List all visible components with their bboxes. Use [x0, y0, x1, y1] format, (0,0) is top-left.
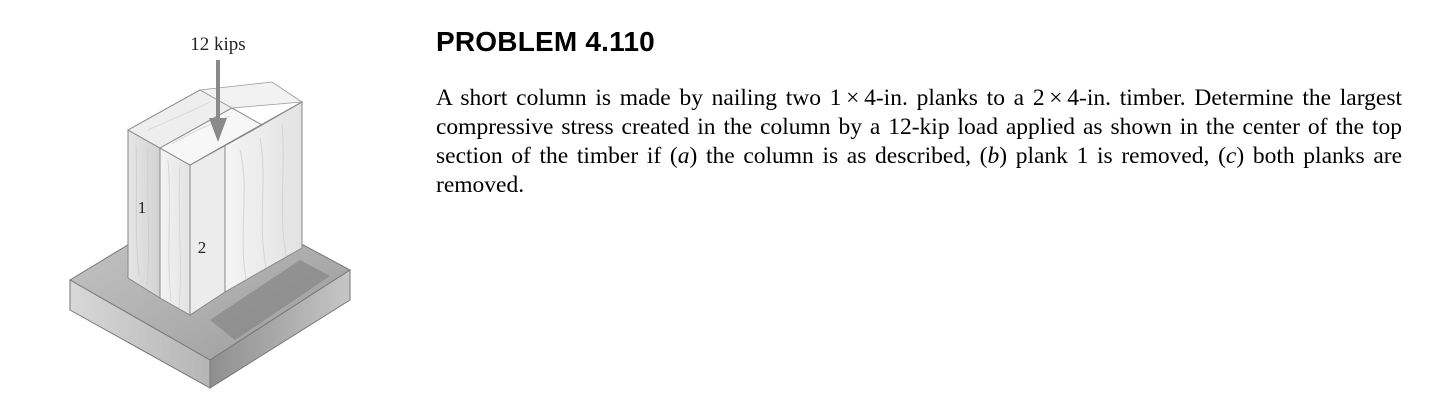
statement-text-2: ) the column is as described, ( [689, 143, 988, 169]
problem-title: PROBLEM 4.110 [436, 26, 655, 57]
problem-content: PROBLEM 4.110 A short column is made by … [436, 26, 1416, 200]
problem-statement: A short column is made by nailing two 1 … [436, 84, 1402, 200]
part-b-label: b [987, 143, 1000, 169]
timber [159, 147, 191, 316]
statement-text-3: ) plank 1 is removed, ( [999, 143, 1226, 169]
column-illustration: 12 kips 1 2 [69, 34, 351, 389]
part-a-label: a [677, 143, 690, 169]
load-label: 12 kips [190, 34, 245, 55]
plank-1-label: 1 [138, 198, 147, 217]
part-c-label: c [1225, 143, 1237, 169]
plank-2-label: 2 [198, 238, 207, 257]
column-figure: 12 kips 1 2 [60, 20, 390, 390]
